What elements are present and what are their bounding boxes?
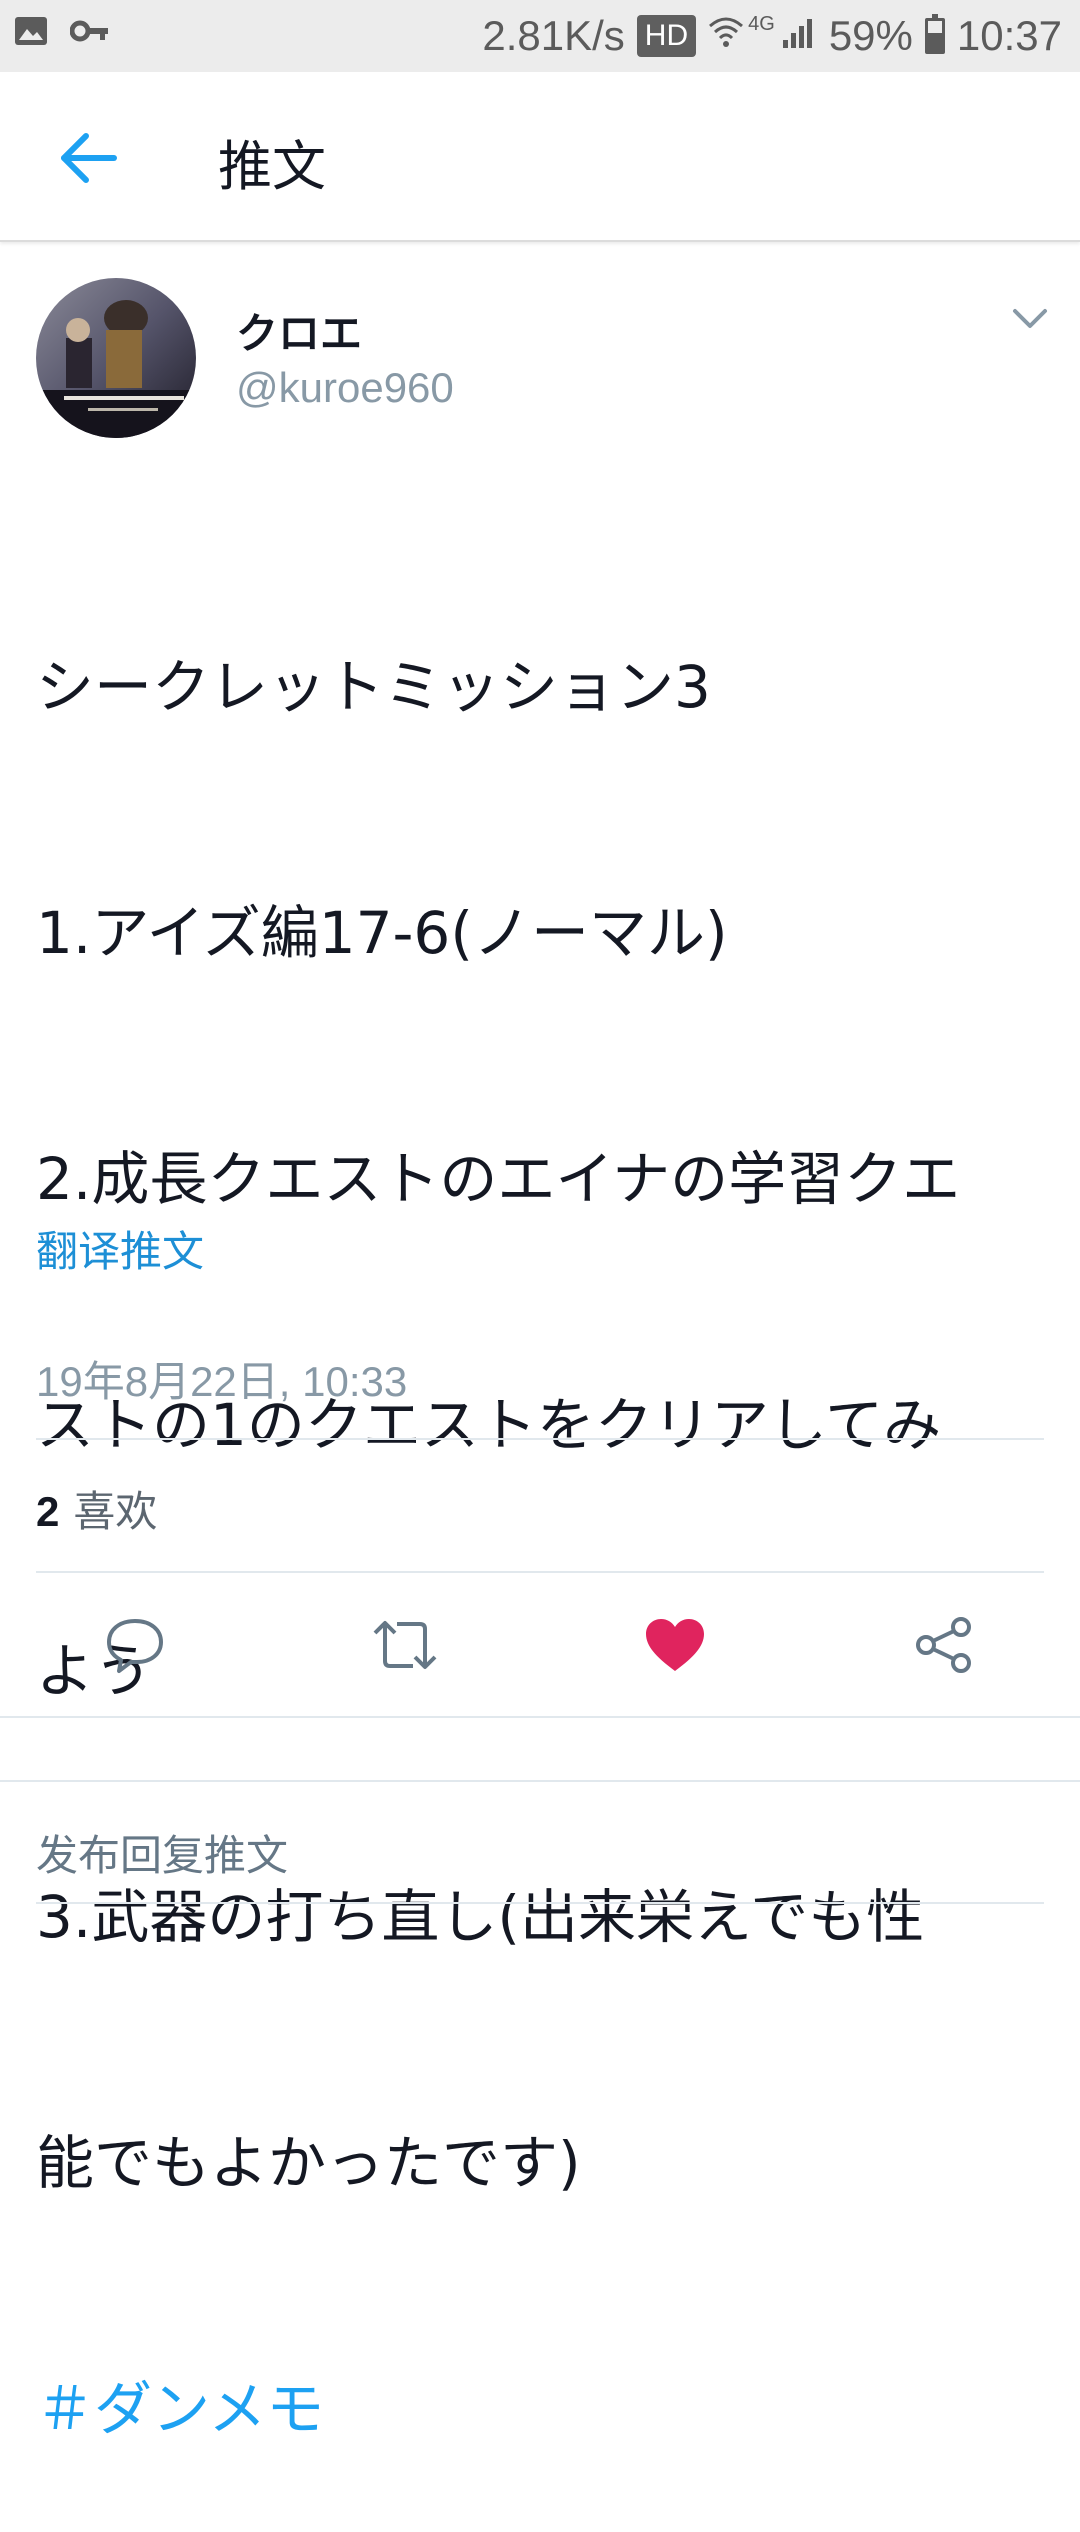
tweet-line: シークレットミッション3 [36, 653, 711, 721]
more-options-button[interactable] [1012, 306, 1048, 332]
signal-icon [781, 12, 817, 60]
network-type: 4G [748, 12, 775, 35]
like-button[interactable] [635, 1605, 715, 1685]
network-speed: 2.81K/s [482, 12, 625, 59]
like-icon [646, 1619, 704, 1671]
divider [36, 1571, 1044, 1573]
reply-icon [107, 1619, 163, 1673]
battery-icon [924, 14, 945, 54]
tweet-line: 1.アイズ編17-6(ノーマル) [36, 899, 728, 967]
share-button[interactable] [904, 1605, 984, 1685]
image-icon [14, 16, 48, 51]
action-bar [0, 1605, 1080, 1685]
tweet-line: 2.成長クエストのエイナの学習クエ [36, 1145, 961, 1213]
divider [0, 1780, 1080, 1782]
key-icon [69, 20, 110, 47]
wifi-icon [708, 12, 744, 60]
divider [0, 1716, 1080, 1718]
avatar[interactable] [36, 278, 196, 438]
tweet-text: シークレットミッション3 1.アイズ編17-6(ノーマル) 2.成長クエストのエ… [36, 482, 1046, 2532]
back-arrow-icon [61, 133, 117, 183]
reply-input[interactable]: 发布回复推文 [36, 1822, 288, 1883]
translate-link[interactable]: 翻译推文 [36, 1218, 204, 1279]
retweet-button[interactable] [365, 1605, 445, 1685]
author-name[interactable]: クロエ [236, 300, 362, 361]
tweet-timestamp: 19年8月22日, 10:33 [36, 1358, 408, 1405]
hd-badge: HD [636, 15, 697, 57]
likes-count: 2 [36, 1488, 60, 1535]
app-header: 推文 [0, 72, 1080, 242]
page-title: 推文 [218, 135, 326, 198]
tweet-line: 能でもよかったです) [36, 2129, 581, 2197]
chevron-down-icon [1013, 309, 1047, 328]
battery-fill [927, 33, 942, 51]
share-icon [916, 1617, 971, 1673]
clock: 10:37 [956, 12, 1062, 59]
reply-underline [36, 1902, 1044, 1904]
tweet-line: 3.武器の打ち直し(出来栄えでも性 [36, 1883, 925, 1951]
hashtag-link[interactable]: ＃ダンメモ [36, 2368, 1046, 2450]
author-handle[interactable]: @kuroe960 [236, 364, 454, 412]
status-bar: 2.81K/s HD 4G 59% 10:37 [0, 0, 1080, 72]
likes-row[interactable]: 2 喜欢 [36, 1478, 157, 1539]
retweet-icon [373, 1621, 437, 1669]
reply-button[interactable] [95, 1605, 175, 1685]
divider [36, 1438, 1044, 1440]
battery-percent: 59% [828, 12, 913, 59]
back-button[interactable] [56, 126, 120, 190]
likes-label: 喜欢 [73, 1487, 158, 1536]
